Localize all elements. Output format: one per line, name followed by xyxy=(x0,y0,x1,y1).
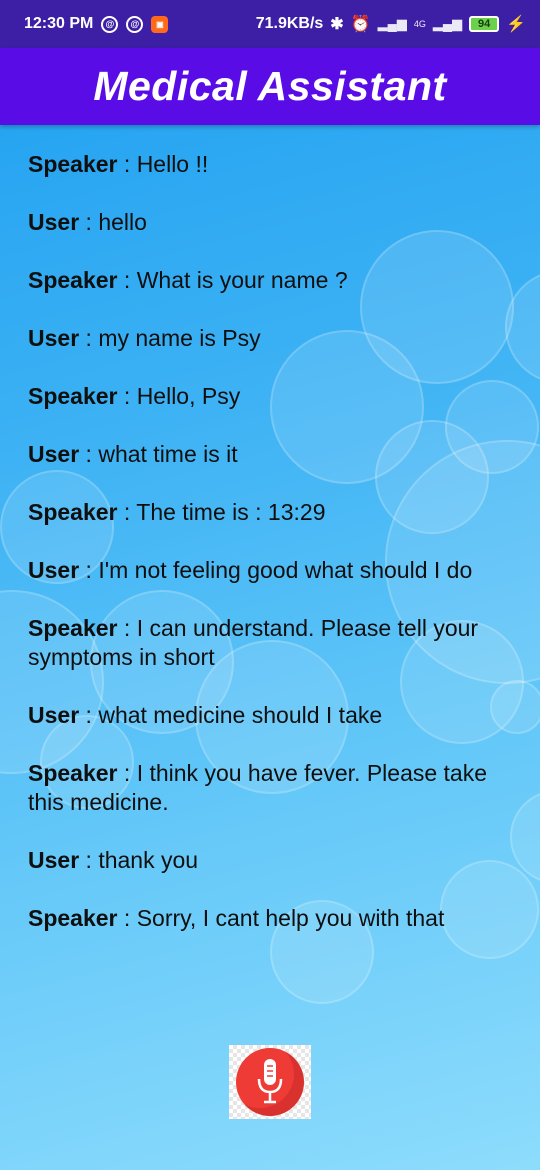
message-separator: : xyxy=(79,441,99,467)
conversation-log: Speaker : Hello !! User : hello Speaker : … xyxy=(28,150,524,962)
message-role: User xyxy=(28,702,80,728)
network-type: 4G xyxy=(413,19,426,29)
message-text: I'm not feeling good what should I do xyxy=(98,557,473,583)
message-separator: : xyxy=(79,209,99,235)
conversation-message: Speaker : What is your name ? xyxy=(28,266,524,295)
bluetooth-icon: ✱ xyxy=(330,16,344,33)
conversation-message: User : what time is it xyxy=(28,440,524,469)
message-separator: : xyxy=(117,267,137,293)
message-text: my name is Psy xyxy=(98,325,261,351)
charging-icon: ⚡ xyxy=(506,16,526,33)
network-speed: 71.9KB/s xyxy=(255,15,324,32)
message-text: Hello, Psy xyxy=(136,383,241,409)
at-icon: @ xyxy=(126,15,144,33)
alarm-icon: ⏰ xyxy=(350,16,371,33)
message-text: The time is : 13:29 xyxy=(136,499,326,525)
microphone-circle xyxy=(236,1048,304,1116)
signal-icon: ▂▄▆ xyxy=(432,16,463,31)
message-text: thank you xyxy=(98,847,199,873)
message-separator: : xyxy=(117,499,137,525)
status-left: 12:30 PM @ @ ▣ xyxy=(24,15,169,33)
message-role: Speaker xyxy=(28,615,118,641)
message-separator: : xyxy=(117,615,137,641)
message-text: what medicine should I take xyxy=(98,702,383,728)
screen: 12:30 PM @ @ ▣ 71.9KB/s ✱ ⏰ ▂▄▆ 4G ▂▄▆ 9… xyxy=(0,0,540,1170)
conversation-message: User : thank you xyxy=(28,846,524,875)
message-separator: : xyxy=(117,905,137,931)
message-text: hello xyxy=(98,209,147,235)
message-role: Speaker xyxy=(28,499,118,525)
signal-icon: ▂▄▆ xyxy=(377,16,407,31)
status-bar: 12:30 PM @ @ ▣ 71.9KB/s ✱ ⏰ ▂▄▆ 4G ▂▄▆ 9… xyxy=(0,0,540,48)
message-role: User xyxy=(28,325,80,351)
microphone-icon xyxy=(257,1059,283,1104)
status-right: 71.9KB/s ✱ ⏰ ▂▄▆ 4G ▂▄▆ 94 ⚡ xyxy=(256,14,526,34)
message-separator: : xyxy=(117,383,137,409)
conversation-message: User : what medicine should I take xyxy=(28,701,524,730)
at-icon: @ xyxy=(101,15,119,33)
battery-icon: 94 xyxy=(469,16,500,32)
microphone-button[interactable] xyxy=(229,1045,311,1119)
message-role: Speaker xyxy=(28,760,118,786)
message-separator: : xyxy=(79,325,99,351)
conversation-message: User : my name is Psy xyxy=(28,324,524,353)
conversation-message: Speaker : The time is : 13:29 xyxy=(28,498,524,527)
message-role: Speaker xyxy=(28,267,118,293)
message-role: User xyxy=(28,557,80,583)
conversation-message: Speaker : I think you have fever. Please… xyxy=(28,759,524,817)
message-role: Speaker xyxy=(28,151,118,177)
app-notification-icon: ▣ xyxy=(151,15,169,33)
conversation-message: Speaker : Hello, Psy xyxy=(28,382,524,411)
conversation-message: User : I'm not feeling good what should … xyxy=(28,556,524,585)
message-separator: : xyxy=(117,151,137,177)
conversation-message: User : hello xyxy=(28,208,524,237)
message-separator: : xyxy=(79,847,99,873)
message-role: User xyxy=(28,209,80,235)
conversation-message: Speaker : Sorry, I cant help you with th… xyxy=(28,904,524,933)
battery-level: 94 xyxy=(477,18,491,30)
message-text: Sorry, I cant help you with that xyxy=(136,905,445,931)
message-text: What is your name ? xyxy=(136,267,348,293)
message-role: User xyxy=(28,441,80,467)
message-text: what time is it xyxy=(98,441,238,467)
status-time: 12:30 PM xyxy=(24,15,94,32)
message-role: Speaker xyxy=(28,905,118,931)
message-separator: : xyxy=(79,702,99,728)
message-role: Speaker xyxy=(28,383,118,409)
message-text: Hello !! xyxy=(136,151,209,177)
app-title: Medical Assistant xyxy=(93,63,447,109)
app-header: Medical Assistant xyxy=(0,48,540,125)
message-separator: : xyxy=(79,557,99,583)
message-role: User xyxy=(28,847,80,873)
message-separator: : xyxy=(117,760,137,786)
conversation-message: Speaker : Hello !! xyxy=(28,150,524,179)
conversation-message: Speaker : I can understand. Please tell … xyxy=(28,614,524,672)
